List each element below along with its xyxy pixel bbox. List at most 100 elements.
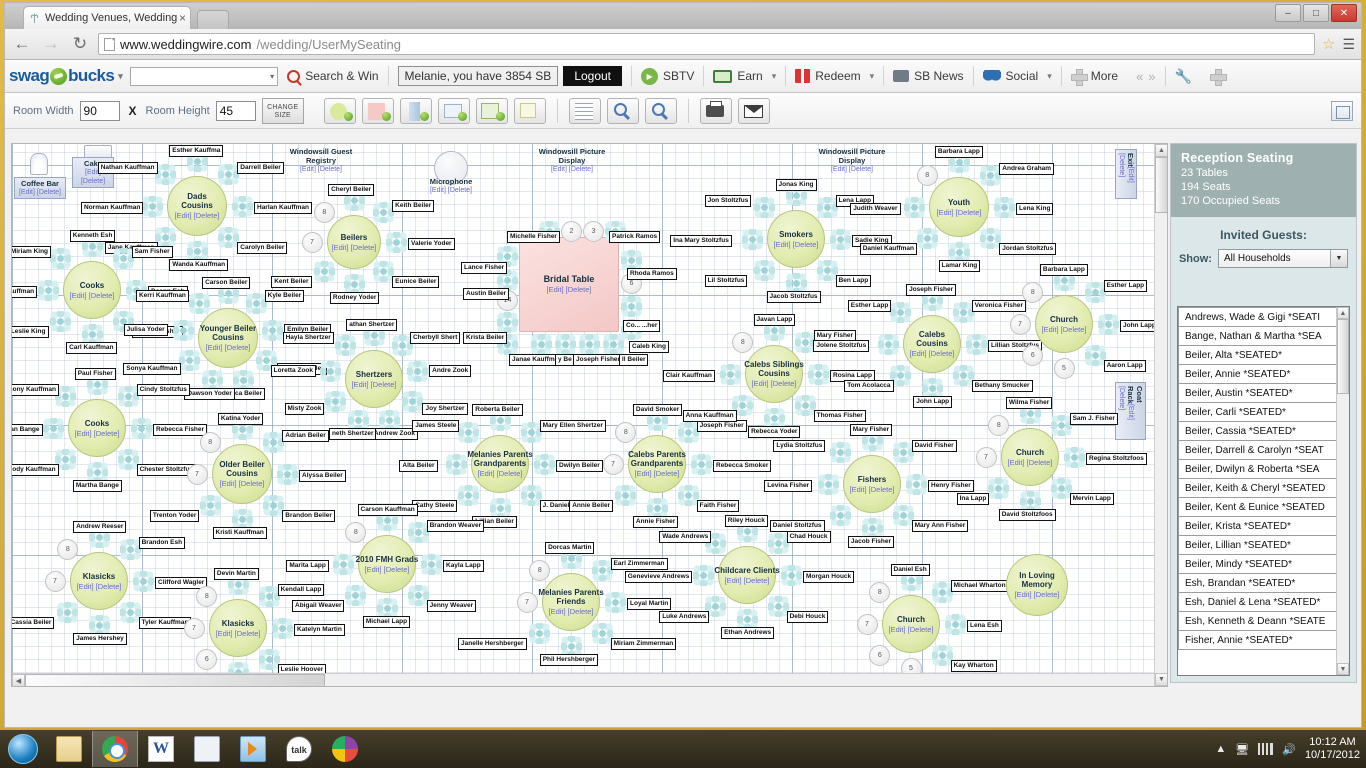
guest-list-item[interactable]: Esh, Brandan *SEATED*: [1178, 573, 1349, 593]
guest-name-tag[interactable]: Ina Lapp: [957, 493, 990, 505]
seat-number[interactable]: 7: [45, 571, 66, 592]
guest-name-tag[interactable]: Cathy Steele: [412, 500, 457, 512]
seat-number[interactable]: 7: [976, 447, 997, 468]
chair-icon[interactable]: [621, 296, 642, 317]
chair-icon[interactable]: [335, 335, 356, 356]
guest-name-tag[interactable]: Daniel Stoltzfus: [770, 520, 825, 532]
seat-number[interactable]: 8: [917, 165, 938, 186]
browser-tab[interactable]: Wedding Venues, Wedding ×: [23, 6, 191, 29]
guest-name-tag[interactable]: Jonas King: [776, 179, 817, 191]
chair-icon[interactable]: [917, 228, 938, 249]
guest-list-item[interactable]: Beiler, Kent & Eunice *SEATED: [1178, 497, 1349, 517]
guest-name-tag[interactable]: Abigail Weaver: [292, 600, 344, 612]
edit-delete-links[interactable]: [Edit] [Delete]: [364, 565, 409, 574]
canvas-horizontal-scrollbar[interactable]: ◀: [12, 673, 1154, 686]
fixture-windowsill-guest-registry[interactable]: Windowsill Guest Registry[Edit] [Delete]: [282, 147, 360, 174]
back-icon[interactable]: ←: [11, 33, 33, 55]
guest-name-tag[interactable]: Nathan Kauffman: [98, 162, 158, 174]
guest-name-tag[interactable]: Carolyn Beiler: [237, 242, 287, 254]
signal-icon[interactable]: [1258, 743, 1273, 755]
seat-number[interactable]: 2: [561, 221, 582, 242]
chair-icon[interactable]: [994, 197, 1015, 218]
edit-delete-links[interactable]: [Edit] [Delete]: [18, 188, 62, 197]
chair-icon[interactable]: [373, 261, 394, 282]
guest-name-tag[interactable]: Anna Kauffman: [683, 410, 737, 422]
guest-list-item[interactable]: Beiler, Alta *SEATED*: [1178, 345, 1349, 365]
change-size-button[interactable]: CHANGE SIZE: [262, 98, 304, 124]
chair-icon[interactable]: [272, 618, 293, 639]
guest-name-tag[interactable]: Lydia Stoltzfus: [773, 440, 825, 452]
guest-name-tag[interactable]: Mary Ellen Shertzer: [540, 420, 606, 432]
guest-name-tag[interactable]: David Smoker: [633, 404, 682, 416]
chair-icon[interactable]: [932, 582, 953, 603]
chair-icon[interactable]: [120, 539, 141, 560]
guest-name-tag[interactable]: neth Shertzer: [329, 428, 377, 440]
close-icon[interactable]: ×: [179, 11, 186, 25]
reload-icon[interactable]: ↻: [69, 33, 91, 55]
search-and-win-button[interactable]: Search & Win: [278, 60, 387, 93]
next-icon[interactable]: »: [1148, 69, 1155, 84]
fixture-microphone[interactable]: Microphone[Edit] [Delete]: [426, 177, 476, 195]
taskbar-item-microsoft-word[interactable]: W: [138, 731, 184, 767]
guest-list-item[interactable]: Beiler, Krista *SEATED*: [1178, 516, 1349, 536]
guest-name-tag[interactable]: Javan Lapp: [754, 314, 796, 326]
guest-list-item[interactable]: Beiler, Mindy *SEATED*: [1178, 554, 1349, 574]
start-button[interactable]: [0, 731, 46, 767]
guest-name-tag[interactable]: Cindy Stoltzfus: [137, 384, 190, 396]
chevron-down-icon[interactable]: ▾: [870, 71, 875, 82]
guest-name-tag[interactable]: Jody Kauffman: [11, 464, 59, 476]
fixture-exit[interactable]: Exit[Edit] [Delete]: [1115, 149, 1137, 199]
chair-icon[interactable]: [408, 522, 429, 543]
chair-icon[interactable]: [345, 585, 366, 606]
chair-icon[interactable]: [768, 533, 789, 554]
chair-icon[interactable]: [795, 395, 816, 416]
chair-icon[interactable]: [521, 485, 542, 506]
edit-delete-links[interactable]: [Edit] [Delete]: [909, 349, 954, 358]
edit-delete-links[interactable]: [Edit] [Delete]: [331, 243, 376, 252]
edit-delete-links[interactable]: [Edit] [Delete]: [174, 211, 219, 220]
address-bar[interactable]: www.weddingwire.com /wedding/UserMySeati…: [98, 33, 1315, 55]
guest-name-tag[interactable]: Harlan Kauffman: [254, 202, 312, 214]
guest-name-tag[interactable]: Austin Beiler: [463, 288, 509, 300]
guest-name-tag[interactable]: Ina Mary Stoltzfus: [670, 235, 732, 247]
guest-name-tag[interactable]: Aaron Lapp: [1104, 360, 1146, 372]
guest-name-tag[interactable]: Devin Martin: [214, 568, 259, 580]
guest-name-tag[interactable]: Earl Zimmerman: [611, 558, 668, 570]
taskbar-item-calculator[interactable]: [184, 731, 230, 767]
sb-news-button[interactable]: SB News: [884, 60, 972, 93]
edit-delete-links[interactable]: [Edit] [Delete]: [74, 429, 119, 438]
guest-name-tag[interactable]: John Lapp: [913, 396, 952, 408]
guest-name-tag[interactable]: Lamar King: [939, 260, 981, 272]
chair-icon[interactable]: [333, 554, 354, 575]
chair-icon[interactable]: [678, 485, 699, 506]
edit-delete-links[interactable]: [Edit] [Delete]: [634, 469, 679, 478]
edit-delete-links[interactable]: [Edit] [Delete]: [534, 165, 610, 174]
guest-name-tag[interactable]: Michael Wharton: [951, 580, 1009, 592]
zoom-in-button[interactable]: [607, 98, 639, 124]
add-round-table-button[interactable]: [324, 98, 356, 124]
guest-name-tag[interactable]: Michelle Fisher: [507, 231, 560, 243]
taskbar-item-google-chrome[interactable]: [92, 731, 138, 767]
forward-icon[interactable]: →: [40, 33, 62, 55]
guest-name-tag[interactable]: Jacob Stoltzfus: [767, 291, 821, 303]
seat-number[interactable]: 6: [196, 649, 217, 670]
edit-delete-links[interactable]: [Edit] [Delete]: [724, 576, 769, 585]
chair-icon[interactable]: [818, 474, 839, 495]
guest-name-tag[interactable]: Misty Zook: [285, 403, 325, 415]
edit-delete-links[interactable]: [Edit] [Delete]: [888, 625, 933, 634]
room-height-input[interactable]: 45: [216, 101, 256, 121]
chair-icon[interactable]: [43, 418, 64, 439]
guest-name-tag[interactable]: ll Beiler: [619, 354, 648, 366]
guest-name-tag[interactable]: Henry Fisher: [928, 480, 974, 492]
guest-name-tag[interactable]: Keith Beiler: [392, 200, 434, 212]
chair-icon[interactable]: [605, 592, 626, 613]
guest-name-tag[interactable]: Veronica Fisher: [972, 300, 1026, 312]
chair-icon[interactable]: [678, 422, 699, 443]
guest-name-tag[interactable]: Mary Fisher: [850, 424, 893, 436]
guest-name-tag[interactable]: Wade Andrews: [659, 531, 711, 543]
fixture-windowsill-picture-display-right[interactable]: Windowsill Picture Display[Edit] [Delete…: [814, 147, 890, 174]
chevron-down-icon[interactable]: ▾: [270, 72, 274, 81]
guest-name-tag[interactable]: Phil Hershberger: [540, 654, 598, 666]
chair-icon[interactable]: [945, 614, 966, 635]
guest-name-tag[interactable]: Janelle Hershberger: [458, 638, 527, 650]
